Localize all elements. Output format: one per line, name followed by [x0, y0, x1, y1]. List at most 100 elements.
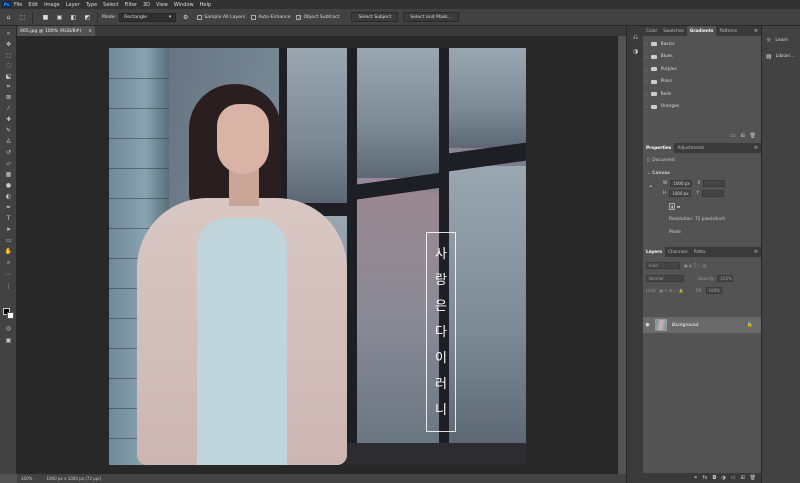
kind-filter[interactable]: Kind: [646, 262, 680, 269]
gradient-group[interactable]: › Oranges: [643, 101, 761, 114]
eraser-tool-icon[interactable]: ▱: [3, 159, 14, 168]
menu-3d[interactable]: 3D: [143, 2, 150, 8]
gradient-group[interactable]: › Pinks: [643, 76, 761, 89]
brush-tool-icon[interactable]: ✎: [3, 126, 14, 135]
type-tool-icon[interactable]: T: [3, 214, 14, 223]
lasso-tool-icon[interactable]: ◌: [3, 61, 14, 70]
new-selection-icon[interactable]: ■: [40, 12, 51, 23]
menu-select[interactable]: Select: [103, 2, 118, 8]
rectangle-tool-icon[interactable]: ▭: [3, 236, 14, 245]
frame-tool-icon[interactable]: ⊠: [3, 93, 14, 102]
quick-mask-icon[interactable]: ◎: [3, 324, 14, 333]
menu-edit[interactable]: Edit: [28, 2, 38, 8]
height-input[interactable]: 1000 px: [669, 190, 692, 197]
object-subtract-checkbox[interactable]: ✓ Object Subtract: [296, 14, 339, 20]
blur-tool-icon[interactable]: ●: [3, 181, 14, 190]
gradient-group[interactable]: › Blues: [643, 51, 761, 64]
new-layer-icon[interactable]: ⊞: [740, 475, 744, 481]
healing-brush-icon[interactable]: ✚: [3, 115, 14, 124]
new-gradient-icon[interactable]: ⊞: [740, 133, 744, 139]
mode-select[interactable]: Rectangle ▾: [119, 12, 177, 22]
crop-tool-icon[interactable]: ⌗: [3, 82, 14, 91]
object-selection-tool-icon[interactable]: ⬚: [17, 12, 28, 23]
zoom-level[interactable]: 100%: [21, 476, 32, 481]
canvas-section[interactable]: ⌄ Canvas: [647, 171, 670, 176]
trash-icon[interactable]: 🗑: [750, 133, 756, 139]
path-selection-icon[interactable]: ➤: [3, 225, 14, 234]
menu-type[interactable]: Type: [86, 2, 97, 8]
move-tool-icon[interactable]: ✥: [3, 40, 14, 49]
more-tools-icon[interactable]: ⋯: [3, 270, 14, 279]
document-canvas[interactable]: 사 랑 은 다 이 러 니: [109, 48, 526, 465]
add-selection-icon[interactable]: ▣: [54, 12, 65, 23]
menu-window[interactable]: Window: [174, 2, 194, 8]
panel-menu-icon[interactable]: ≡: [754, 28, 758, 34]
collapse-icon[interactable]: »: [3, 29, 14, 38]
select-subject-button[interactable]: Select Subject: [351, 12, 399, 22]
object-selection-tool-icon[interactable]: ⬕: [3, 72, 14, 81]
chevron-down-icon[interactable]: ⌄: [647, 171, 651, 176]
menu-help[interactable]: Help: [200, 2, 211, 8]
chevron-right-icon[interactable]: ›: [646, 79, 648, 84]
chevron-right-icon[interactable]: ›: [646, 92, 648, 97]
menu-file[interactable]: File: [14, 2, 22, 8]
panel-menu-icon[interactable]: ≡: [754, 145, 758, 151]
lock-icons[interactable]: ▦ ✎ ✥ ⬚ 🔒: [659, 288, 683, 293]
landscape-icon[interactable]: ▬: [677, 204, 681, 209]
tab-adjustments[interactable]: Adjustments: [674, 143, 707, 153]
tab-patterns[interactable]: Patterns: [716, 26, 740, 36]
chevron-right-icon[interactable]: ›: [646, 42, 648, 47]
adjustments-icon[interactable]: ◑: [631, 48, 640, 57]
fill-input[interactable]: 100%: [705, 287, 722, 294]
chevron-right-icon[interactable]: ›: [646, 67, 648, 72]
gradient-tool-icon[interactable]: ▦: [3, 170, 14, 179]
auto-enhance-checkbox[interactable]: Auto-Enhance: [251, 14, 290, 20]
group-icon[interactable]: ▭: [731, 475, 736, 481]
chevron-right-icon[interactable]: ›: [646, 54, 648, 59]
tab-swatches[interactable]: Swatches: [660, 26, 687, 36]
link-layers-icon[interactable]: ⚭: [693, 475, 697, 481]
opacity-input[interactable]: 100%: [717, 275, 734, 282]
marquee-tool-icon[interactable]: ⬚: [3, 51, 14, 60]
document-tab[interactable]: 005.jpg @ 100% (RGB/8#) ×: [17, 26, 95, 36]
new-group-icon[interactable]: ▭: [731, 133, 736, 139]
subtract-selection-icon[interactable]: ◧: [68, 12, 79, 23]
clone-stamp-icon[interactable]: ♙: [3, 137, 14, 146]
mask-icon[interactable]: ◘: [712, 475, 716, 481]
background-color-swatch[interactable]: [7, 312, 14, 319]
history-brush-icon[interactable]: ↺: [3, 148, 14, 157]
menu-layer[interactable]: Layer: [66, 2, 80, 8]
gear-icon[interactable]: ⚙: [180, 12, 191, 23]
canvas-area[interactable]: 사 랑 은 다 이 러 니: [17, 36, 618, 474]
x-input[interactable]: [703, 180, 726, 187]
learn-button[interactable]: ☼ Learn: [762, 32, 800, 48]
libraries-button[interactable]: ▤ Librari...: [762, 48, 800, 64]
gradient-group[interactable]: › Basics: [643, 38, 761, 51]
width-input[interactable]: 1000 px: [670, 180, 693, 187]
eye-icon[interactable]: ◉: [643, 322, 652, 328]
tab-gradients[interactable]: Gradients: [686, 26, 717, 36]
edit-toolbar-icon[interactable]: ⋮: [3, 282, 14, 291]
chevron-right-icon[interactable]: ›: [646, 104, 648, 109]
zoom-tool-icon[interactable]: ⌕: [3, 258, 14, 267]
link-icon[interactable]: ⚭: [649, 185, 653, 190]
portrait-icon[interactable]: ▮: [669, 203, 676, 210]
sample-all-layers-checkbox[interactable]: Sample All Layers: [197, 14, 245, 20]
hand-tool-icon[interactable]: ✋: [3, 247, 14, 256]
layer-name[interactable]: Background: [672, 323, 698, 328]
dodge-tool-icon[interactable]: ◐: [3, 192, 14, 201]
history-icon[interactable]: ⎌: [631, 34, 640, 43]
intersect-selection-icon[interactable]: ◩: [82, 12, 93, 23]
eyedropper-tool-icon[interactable]: ⁄: [3, 104, 14, 113]
filter-icons[interactable]: ▣ ◐ T ⬚ ▤: [684, 263, 706, 268]
adjustment-layer-icon[interactable]: ◑: [721, 475, 725, 481]
tab-color[interactable]: Color: [643, 26, 660, 36]
tab-properties[interactable]: Properties: [643, 143, 675, 153]
fx-icon[interactable]: fx: [703, 475, 708, 481]
close-icon[interactable]: ×: [88, 29, 92, 34]
layer-background[interactable]: ◉ Background 🔒: [643, 317, 761, 333]
gradient-group[interactable]: › Purples: [643, 63, 761, 76]
menu-view[interactable]: View: [156, 2, 168, 8]
select-and-mask-button[interactable]: Select and Mask...: [403, 12, 460, 22]
y-input[interactable]: [702, 190, 724, 197]
